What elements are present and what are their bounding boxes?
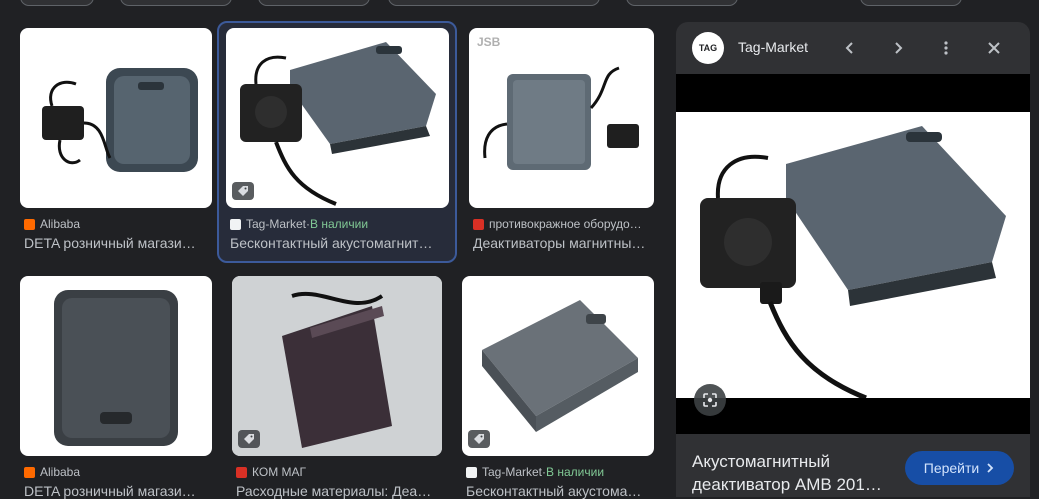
lens-icon[interactable] bbox=[694, 384, 726, 416]
alibaba-favicon bbox=[24, 218, 35, 230]
result-thumbnail[interactable] bbox=[226, 28, 449, 208]
result-source: противокражное оборудо… bbox=[473, 217, 663, 231]
alibaba-favicon bbox=[24, 466, 35, 478]
result-source: Tag-Market · В наличии bbox=[466, 465, 656, 479]
chevron-right-icon bbox=[987, 463, 994, 473]
source-name: Alibaba bbox=[40, 217, 81, 231]
filter-chip[interactable] bbox=[860, 0, 962, 6]
result-title[interactable]: Бесконтактный акустомагнит… bbox=[230, 235, 445, 251]
result-source: КОМ МАГ bbox=[236, 465, 426, 479]
filter-chip[interactable] bbox=[626, 0, 738, 6]
filter-chip[interactable] bbox=[258, 0, 370, 6]
source-name: Tag-Market bbox=[246, 217, 307, 231]
preview-header: TAG Tag-Market bbox=[676, 22, 1030, 74]
site-logo[interactable]: TAG bbox=[692, 32, 724, 64]
tag-market-favicon bbox=[230, 218, 241, 230]
result-thumbnail[interactable] bbox=[20, 28, 212, 208]
jsb-favicon bbox=[473, 218, 484, 230]
watermark-text: JSB bbox=[477, 35, 501, 49]
preview-title[interactable]: Акустомагнитный деактиватор AMB 201… bbox=[692, 450, 892, 496]
result-thumbnail[interactable]: JSB bbox=[469, 28, 654, 208]
result-source: Alibaba bbox=[24, 217, 214, 231]
result-thumbnail[interactable] bbox=[462, 276, 654, 456]
logo-text: TAG bbox=[698, 43, 718, 53]
preview-image[interactable] bbox=[676, 74, 1030, 434]
visit-label: Перейти bbox=[923, 460, 980, 476]
kom-mag-favicon bbox=[236, 466, 247, 478]
source-name: КОМ МАГ bbox=[252, 465, 307, 479]
close-icon[interactable] bbox=[982, 36, 1006, 60]
source-name: Tag-Market bbox=[482, 465, 543, 479]
result-thumbnail[interactable] bbox=[20, 276, 212, 456]
result-source: Tag-Market · В наличии bbox=[230, 217, 420, 231]
chevron-right-icon[interactable] bbox=[886, 36, 910, 60]
filter-chip[interactable] bbox=[120, 0, 232, 6]
tag-market-favicon bbox=[466, 466, 477, 478]
tag-icon bbox=[468, 430, 490, 448]
result-thumbnail[interactable] bbox=[232, 276, 442, 456]
in-stock-label: В наличии bbox=[310, 217, 369, 231]
tag-icon bbox=[232, 182, 254, 200]
image-preview-panel: TAG Tag-Market Акустомагнитный деактиват… bbox=[676, 22, 1030, 497]
source-name: Alibaba bbox=[40, 465, 81, 479]
site-name[interactable]: Tag-Market bbox=[738, 39, 808, 55]
chevron-left-icon[interactable] bbox=[838, 36, 862, 60]
result-source: Alibaba bbox=[24, 465, 214, 479]
filter-chip[interactable] bbox=[20, 0, 94, 6]
tag-icon bbox=[238, 430, 260, 448]
preview-image-content bbox=[676, 112, 1030, 401]
visit-button[interactable]: Перейти bbox=[905, 451, 1014, 485]
source-name: противокражное оборудо… bbox=[489, 217, 642, 231]
more-vert-icon[interactable] bbox=[934, 36, 958, 60]
in-stock-label: В наличии bbox=[546, 465, 605, 479]
result-title[interactable]: DETA розничный магази… bbox=[24, 235, 206, 251]
filter-chip[interactable] bbox=[388, 0, 600, 6]
result-title[interactable]: Деактиваторы магнитны… bbox=[473, 235, 655, 251]
